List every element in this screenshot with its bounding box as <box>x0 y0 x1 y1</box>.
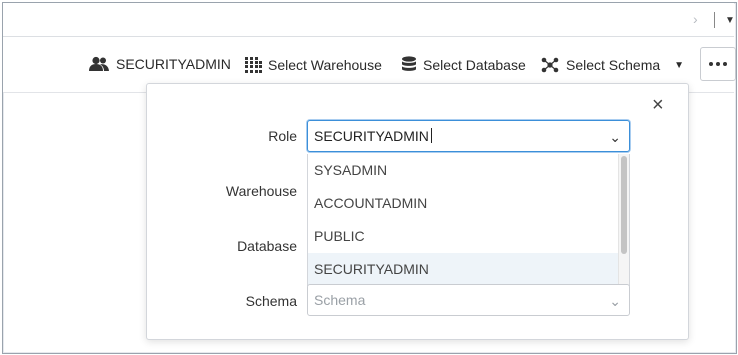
divider <box>714 12 715 28</box>
chevron-down-icon[interactable]: ⌄ <box>609 286 621 316</box>
list-item[interactable]: PUBLIC <box>308 220 629 253</box>
schema-nodes-icon <box>541 57 559 73</box>
warehouse-selector[interactable]: Select Warehouse <box>244 56 382 74</box>
list-item-selected[interactable]: SECURITYADMIN <box>308 253 629 285</box>
warehouse-selector-label: Select Warehouse <box>268 57 382 73</box>
database-selector-label: Select Database <box>423 57 526 73</box>
schema-select-placeholder: Schema <box>314 292 366 308</box>
database-icon <box>402 56 416 71</box>
role-field-label: Role <box>268 128 297 144</box>
list-item[interactable]: SYSADMIN <box>308 154 629 187</box>
schema-field-label: Schema <box>245 293 297 309</box>
role-select[interactable]: SECURITYADMIN ⌄ <box>307 120 630 152</box>
top-toolbar: › ▼ <box>3 3 735 37</box>
text-cursor <box>430 128 432 143</box>
schema-selector-label: Select Schema <box>566 57 661 73</box>
list-item[interactable]: ACCOUNTADMIN <box>308 187 629 220</box>
warehouse-grid-icon <box>245 57 262 73</box>
role-select-value: SECURITYADMIN <box>314 128 429 144</box>
scrollbar-thumb[interactable] <box>621 156 627 254</box>
more-options-button[interactable] <box>700 47 736 81</box>
schema-select[interactable]: Schema ⌄ <box>307 284 630 316</box>
chevron-right-icon[interactable]: › <box>693 11 698 27</box>
close-icon[interactable]: × <box>652 95 664 115</box>
role-selector-label: SECURITYADMIN <box>116 56 231 72</box>
context-popover: × Role SECURITYADMIN ⌄ Warehouse Databas… <box>146 83 689 340</box>
ellipsis-icon <box>709 62 713 66</box>
chevron-down-icon[interactable]: ⌄ <box>609 122 621 152</box>
database-selector[interactable]: Select Database <box>401 56 526 74</box>
scrollbar[interactable] <box>618 154 629 285</box>
warehouse-field-label: Warehouse <box>225 183 297 199</box>
users-icon <box>89 56 109 71</box>
role-selector[interactable]: SECURITYADMIN <box>88 56 231 72</box>
caret-down-icon[interactable]: ▼ <box>725 15 735 26</box>
role-dropdown-list: SYSADMIN ACCOUNTADMIN PUBLIC SECURITYADM… <box>307 154 630 286</box>
schema-selector[interactable]: Select Schema ▼ <box>540 56 684 74</box>
caret-down-icon[interactable]: ▼ <box>674 60 684 71</box>
database-field-label: Database <box>237 238 297 254</box>
